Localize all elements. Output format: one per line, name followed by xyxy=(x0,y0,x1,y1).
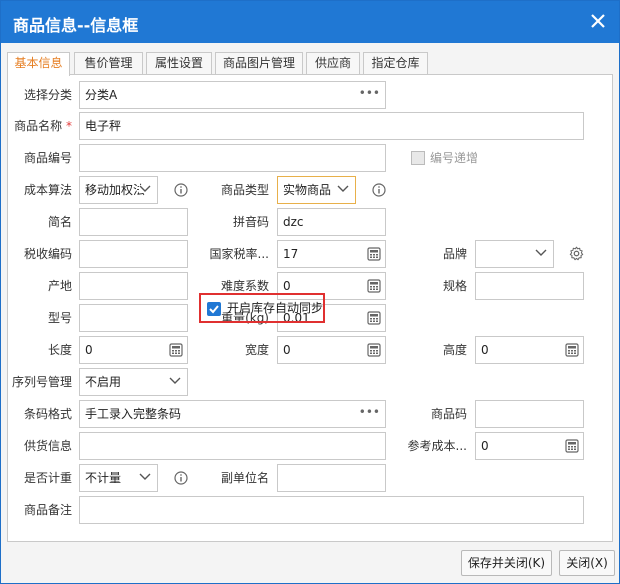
chevron-down-icon xyxy=(139,473,151,480)
tab-basic-info[interactable]: 基本信息 xyxy=(7,52,70,76)
cost-method-select[interactable]: 移动加权法 xyxy=(79,176,158,204)
serial-mgmt-value: 不启用 xyxy=(85,375,122,389)
sub-unit-label: 副单位名 xyxy=(220,471,269,485)
product-type-select[interactable]: 实物商品 xyxy=(277,176,356,204)
cost-method-label: 成本算法 xyxy=(23,183,72,197)
gear-icon[interactable] xyxy=(569,246,584,261)
spec-field[interactable] xyxy=(475,272,584,300)
calculator-icon[interactable] xyxy=(565,343,579,357)
category-field[interactable]: 分类A ••• xyxy=(79,81,386,109)
title-bar: 商品信息--信息框 xyxy=(1,1,619,43)
width-field[interactable]: 0 xyxy=(277,336,386,364)
auto-increment-checkbox[interactable] xyxy=(411,151,425,165)
spec-label: 规格 xyxy=(442,279,467,293)
close-button[interactable]: 关闭(X) xyxy=(559,550,615,576)
product-type-label: 商品类型 xyxy=(220,183,269,197)
chevron-down-icon xyxy=(337,185,349,192)
code-label: 商品编号 xyxy=(23,151,72,165)
origin-label: 产地 xyxy=(47,279,72,293)
barcode-format-field[interactable]: 手工录入完整条码 ••• xyxy=(79,400,386,428)
inventory-sync-label: 开启库存自动同步 xyxy=(227,301,324,315)
tax-rate-value: 17 xyxy=(283,247,299,261)
height-field[interactable]: 0 xyxy=(475,336,584,364)
difficulty-value: 0 xyxy=(283,279,291,293)
tax-code-field[interactable] xyxy=(79,240,188,268)
tab-attributes[interactable]: 属性设置 xyxy=(146,52,212,75)
calculator-icon[interactable] xyxy=(367,311,381,325)
tax-rate-label: 国家税率... xyxy=(209,247,269,261)
chevron-down-icon xyxy=(535,249,547,256)
width-value: 0 xyxy=(283,343,291,357)
origin-field[interactable] xyxy=(79,272,188,300)
product-info-dialog: 商品信息--信息框 基本信息 售价管理 属性设置 商品图片管理 供应商 指定仓库… xyxy=(0,0,620,584)
info-icon[interactable] xyxy=(174,183,188,197)
length-value: 0 xyxy=(85,343,93,357)
code-field[interactable] xyxy=(79,144,386,172)
product-type-value: 实物商品 xyxy=(283,183,332,197)
short-name-label: 简名 xyxy=(47,215,72,229)
calculator-icon[interactable] xyxy=(367,343,381,357)
height-value: 0 xyxy=(481,343,489,357)
barcode-format-label: 条码格式 xyxy=(23,407,72,421)
required-mark: * xyxy=(66,119,72,133)
metered-select[interactable]: 不计量 xyxy=(79,464,158,492)
model-field[interactable] xyxy=(79,304,188,332)
pinyin-field[interactable]: dzc xyxy=(277,208,386,236)
length-label: 长度 xyxy=(47,343,72,357)
calculator-icon[interactable] xyxy=(367,247,381,261)
metered-value: 不计量 xyxy=(85,471,122,485)
auto-increment-label: 编号递增 xyxy=(430,151,479,165)
calculator-icon[interactable] xyxy=(367,279,381,293)
product-code-field[interactable] xyxy=(475,400,584,428)
dialog-title: 商品信息--信息框 xyxy=(13,16,139,35)
metered-label: 是否计重 xyxy=(23,471,72,485)
chevron-down-icon xyxy=(169,377,181,384)
name-label-text: 商品名称 xyxy=(14,119,63,133)
pinyin-label: 拼音码 xyxy=(232,215,269,229)
tax-rate-field[interactable]: 17 xyxy=(277,240,386,268)
supply-info-field[interactable] xyxy=(79,432,386,460)
height-label: 高度 xyxy=(442,343,467,357)
sub-unit-field[interactable] xyxy=(277,464,386,492)
tab-product-images[interactable]: 商品图片管理 xyxy=(215,52,303,75)
info-icon[interactable] xyxy=(372,183,386,197)
category-label: 选择分类 xyxy=(23,88,72,102)
tab-price-mgmt[interactable]: 售价管理 xyxy=(74,52,143,75)
width-label: 宽度 xyxy=(244,343,269,357)
pinyin-value: dzc xyxy=(283,215,304,229)
info-icon[interactable] xyxy=(174,471,188,485)
tab-suppliers[interactable]: 供应商 xyxy=(306,52,360,75)
name-label: 商品名称 * xyxy=(9,113,72,139)
save-close-button[interactable]: 保存并关闭(K) xyxy=(461,550,552,576)
close-icon[interactable] xyxy=(587,10,609,32)
short-name-field[interactable] xyxy=(79,208,188,236)
serial-mgmt-select[interactable]: 不启用 xyxy=(79,368,188,396)
serial-mgmt-label: 序列号管理 xyxy=(11,375,72,389)
more-dots-icon[interactable]: ••• xyxy=(359,401,380,423)
length-field[interactable]: 0 xyxy=(79,336,188,364)
brand-select[interactable] xyxy=(475,240,554,268)
name-field[interactable]: 电子秤 xyxy=(79,112,584,140)
remark-field[interactable] xyxy=(79,496,584,524)
product-code-label: 商品码 xyxy=(430,407,467,421)
barcode-format-value: 手工录入完整条码 xyxy=(85,407,182,421)
calculator-icon[interactable] xyxy=(565,439,579,453)
name-value: 电子秤 xyxy=(85,119,122,133)
model-label: 型号 xyxy=(47,311,72,325)
inventory-sync-highlight: 开启库存自动同步 xyxy=(199,293,325,323)
supply-info-label: 供货信息 xyxy=(23,439,72,453)
tax-code-label: 税收编码 xyxy=(23,247,72,261)
chevron-down-icon xyxy=(139,185,151,193)
more-dots-icon[interactable]: ••• xyxy=(359,82,380,104)
ref-cost-value: 0 xyxy=(481,439,489,453)
tab-warehouse[interactable]: 指定仓库 xyxy=(363,52,428,75)
remark-label: 商品备注 xyxy=(23,503,72,517)
brand-label: 品牌 xyxy=(442,247,467,261)
ref-cost-label: 参考成本... xyxy=(407,439,467,453)
cost-method-value: 移动加权法 xyxy=(85,183,146,197)
category-value: 分类A xyxy=(85,88,118,102)
checkbox-checked-icon[interactable] xyxy=(207,302,221,316)
calculator-icon[interactable] xyxy=(169,343,183,357)
ref-cost-field[interactable]: 0 xyxy=(475,432,584,460)
